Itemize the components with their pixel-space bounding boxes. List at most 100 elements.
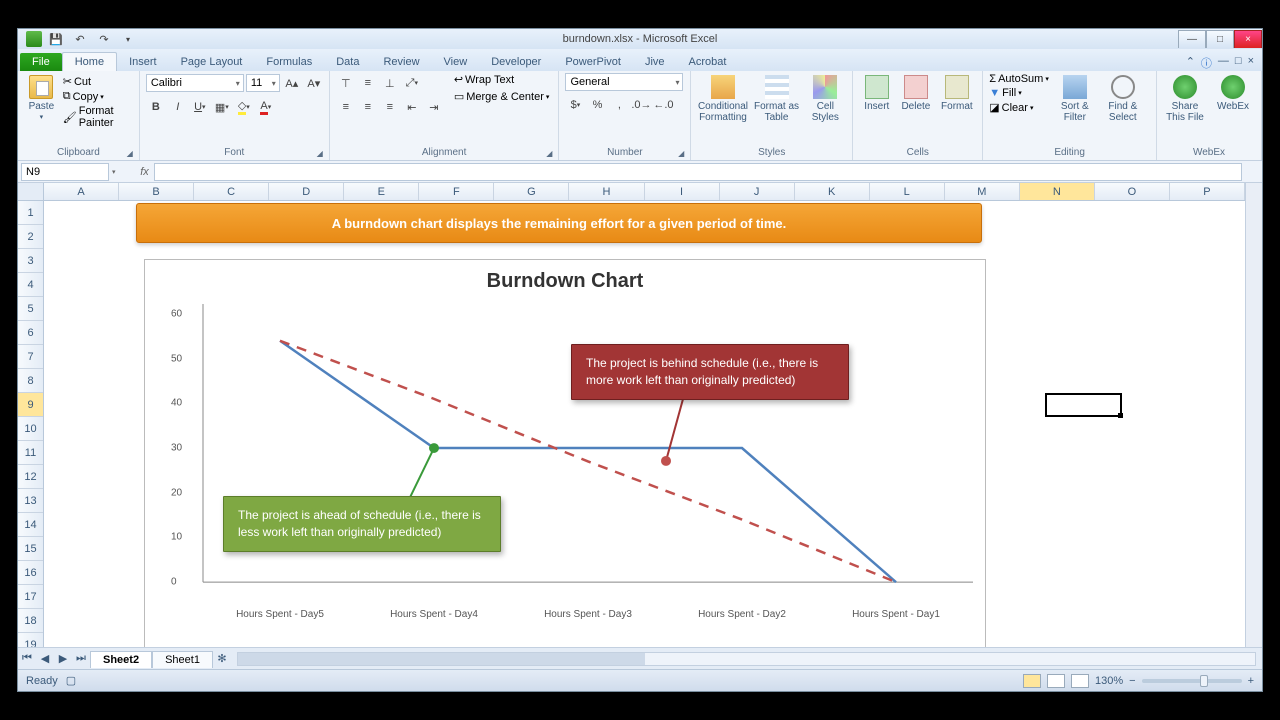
zoom-in-button[interactable]: + (1248, 675, 1254, 687)
select-all-corner[interactable] (18, 183, 44, 201)
conditional-formatting-button[interactable]: Conditional Formatting (697, 73, 748, 123)
currency-button[interactable]: $▾ (565, 95, 585, 115)
qat-dropdown-icon[interactable]: ▾ (118, 29, 138, 49)
help-icon[interactable]: ⓘ (1201, 55, 1212, 71)
align-middle-button[interactable]: ≡ (358, 73, 378, 93)
cut-button[interactable]: ✂Cut (63, 75, 133, 88)
vertical-scrollbar[interactable] (1245, 183, 1262, 647)
horizontal-scrollbar[interactable] (237, 652, 1256, 666)
row-header-1[interactable]: 1 (18, 201, 43, 225)
zoom-level[interactable]: 130% (1095, 675, 1123, 687)
page-layout-view-button[interactable] (1047, 674, 1065, 688)
sheet-nav-next[interactable]: ▶ (54, 652, 72, 665)
macro-record-icon[interactable]: ▢ (66, 674, 76, 687)
cell-styles-button[interactable]: Cell Styles (804, 73, 846, 123)
orientation-button[interactable]: ⤢▾ (402, 73, 422, 93)
redo-icon[interactable]: ↷ (94, 29, 114, 49)
tab-home[interactable]: Home (62, 52, 117, 71)
cells-area[interactable]: A burndown chart displays the remaining … (44, 201, 1245, 647)
sheet-tab-sheet2[interactable]: Sheet2 (90, 651, 152, 668)
col-header-L[interactable]: L (870, 183, 945, 200)
share-file-button[interactable]: Share This File (1163, 73, 1207, 123)
col-header-M[interactable]: M (945, 183, 1020, 200)
find-select-button[interactable]: Find & Select (1101, 73, 1145, 123)
zoom-slider[interactable] (1142, 679, 1242, 683)
percent-button[interactable]: % (587, 95, 607, 115)
col-header-F[interactable]: F (419, 183, 494, 200)
copy-button[interactable]: ⧉Copy▾ (63, 90, 133, 103)
autosum-button[interactable]: ΣAutoSum▾ (989, 73, 1049, 85)
paste-button[interactable]: Paste ▾ (24, 73, 59, 122)
col-header-J[interactable]: J (720, 183, 795, 200)
col-header-A[interactable]: A (44, 183, 119, 200)
comma-button[interactable]: , (609, 95, 629, 115)
delete-button[interactable]: Delete (898, 73, 933, 112)
worksheet-grid[interactable]: ABCDEFGHIJKLMNOP 12345678910111213141516… (18, 183, 1262, 647)
row-header-5[interactable]: 5 (18, 297, 43, 321)
row-header-14[interactable]: 14 (18, 513, 43, 537)
alignment-launcher-icon[interactable]: ◢ (546, 149, 552, 158)
row-header-7[interactable]: 7 (18, 345, 43, 369)
maximize-button[interactable]: □ (1206, 30, 1234, 48)
row-header-17[interactable]: 17 (18, 585, 43, 609)
sheet-tab-sheet1[interactable]: Sheet1 (152, 651, 213, 668)
format-painter-button[interactable]: 🖌Format Painter (63, 105, 133, 129)
doc-close-icon[interactable]: × (1248, 55, 1254, 71)
number-launcher-icon[interactable]: ◢ (678, 149, 684, 158)
burndown-chart[interactable]: Burndown Chart (144, 259, 986, 647)
col-header-B[interactable]: B (119, 183, 194, 200)
new-sheet-button[interactable]: ✻ (213, 652, 231, 665)
grow-font-button[interactable]: A▴ (282, 73, 302, 93)
webex-button[interactable]: WebEx (1211, 73, 1255, 112)
underline-button[interactable]: U▾ (190, 97, 210, 117)
tab-review[interactable]: Review (371, 53, 431, 71)
align-left-button[interactable]: ≡ (336, 97, 356, 117)
zoom-out-button[interactable]: − (1129, 675, 1135, 687)
row-header-18[interactable]: 18 (18, 609, 43, 633)
increase-indent-button[interactable]: ⇥ (424, 97, 444, 117)
increase-decimal-button[interactable]: .0→ (631, 95, 651, 115)
fill-button[interactable]: ▼Fill▾ (989, 87, 1049, 99)
align-right-button[interactable]: ≡ (380, 97, 400, 117)
wrap-text-button[interactable]: ↩Wrap Text (454, 73, 550, 86)
row-header-19[interactable]: 19 (18, 633, 43, 647)
row-header-3[interactable]: 3 (18, 249, 43, 273)
col-header-H[interactable]: H (569, 183, 644, 200)
row-header-6[interactable]: 6 (18, 321, 43, 345)
bold-button[interactable]: B (146, 97, 166, 117)
tab-view[interactable]: View (432, 53, 480, 71)
tab-acrobat[interactable]: Acrobat (677, 53, 739, 71)
merge-center-button[interactable]: ▭Merge & Center▾ (454, 90, 550, 103)
clipboard-launcher-icon[interactable]: ◢ (127, 149, 133, 158)
row-header-11[interactable]: 11 (18, 441, 43, 465)
tab-developer[interactable]: Developer (479, 53, 553, 71)
format-button[interactable]: Format (937, 73, 976, 112)
sort-filter-button[interactable]: Sort & Filter (1053, 73, 1097, 123)
doc-min-icon[interactable]: — (1218, 55, 1229, 71)
tab-jive[interactable]: Jive (633, 53, 677, 71)
border-button[interactable]: ▦▾ (212, 97, 232, 117)
tab-data[interactable]: Data (324, 53, 371, 71)
formula-input[interactable] (154, 163, 1242, 181)
sheet-nav-last[interactable]: ⏭ (72, 652, 90, 665)
minimize-ribbon-icon[interactable]: ⌃ (1186, 55, 1195, 71)
row-header-8[interactable]: 8 (18, 369, 43, 393)
row-header-15[interactable]: 15 (18, 537, 43, 561)
align-top-button[interactable]: ⊤ (336, 73, 356, 93)
number-format-combo[interactable]: General (565, 73, 683, 91)
col-header-E[interactable]: E (344, 183, 419, 200)
row-header-9[interactable]: 9 (18, 393, 43, 417)
format-as-table-button[interactable]: Format as Table (753, 73, 801, 123)
save-icon[interactable]: 💾 (46, 29, 66, 49)
row-header-13[interactable]: 13 (18, 489, 43, 513)
col-header-K[interactable]: K (795, 183, 870, 200)
minimize-button[interactable]: — (1178, 30, 1206, 48)
close-button[interactable]: × (1234, 30, 1262, 48)
row-header-2[interactable]: 2 (18, 225, 43, 249)
col-header-C[interactable]: C (194, 183, 269, 200)
tab-insert[interactable]: Insert (117, 53, 169, 71)
sheet-nav-prev[interactable]: ◀ (36, 652, 54, 665)
name-box[interactable]: N9 (21, 163, 109, 181)
sheet-nav-first[interactable]: ⏮ (18, 652, 36, 665)
align-center-button[interactable]: ≡ (358, 97, 378, 117)
